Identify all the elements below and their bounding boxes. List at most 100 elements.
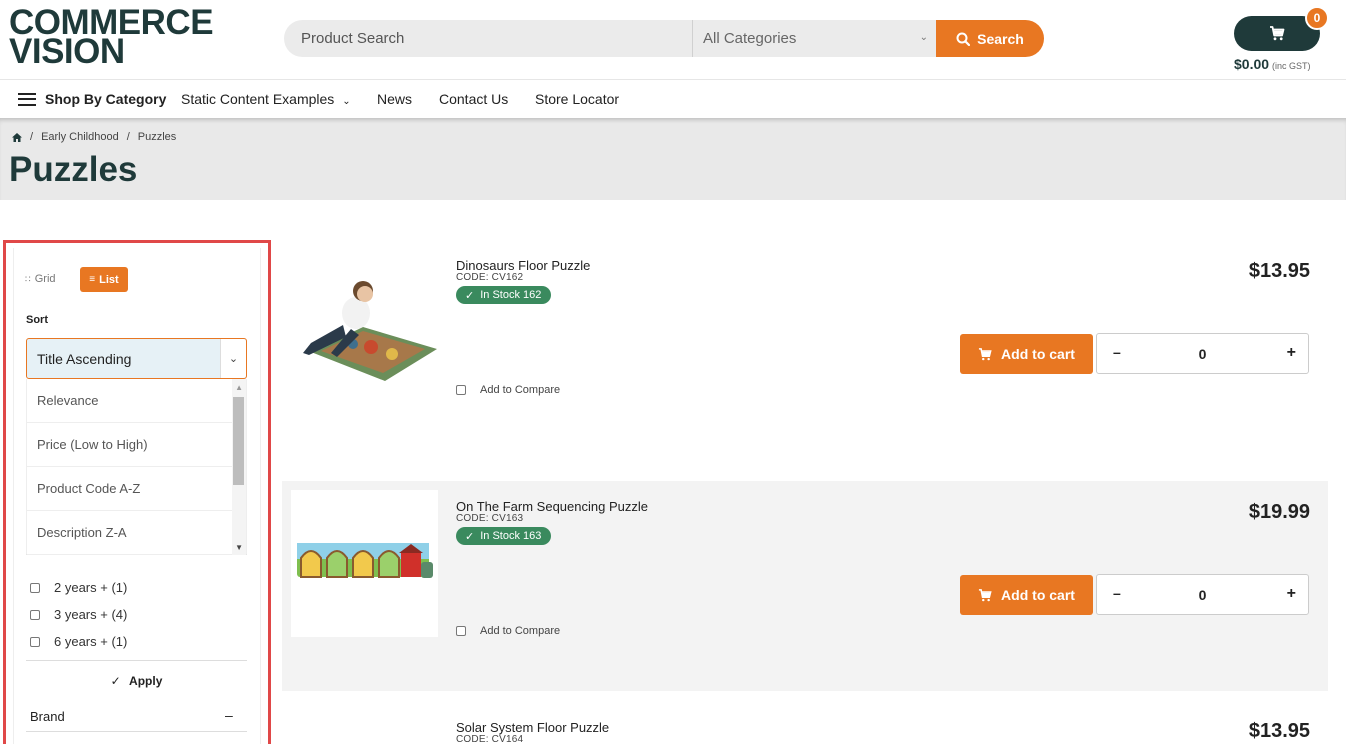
product-code: CODE: CV162 bbox=[456, 272, 524, 283]
product-row: Solar System Floor Puzzle CODE: CV164 $1… bbox=[282, 710, 1328, 744]
page-header-band bbox=[0, 118, 1346, 200]
increase-quantity-button[interactable]: + bbox=[1287, 585, 1296, 603]
farm-puzzle-image bbox=[297, 543, 433, 578]
main-nav: Shop By Category Static Content Examples… bbox=[0, 81, 1346, 118]
sort-option-price-low-high[interactable]: Price (Low to High) bbox=[27, 423, 232, 467]
filter-age-label: 6 years + (1) bbox=[54, 634, 128, 649]
home-icon[interactable] bbox=[12, 132, 22, 142]
nav-item-contact-us[interactable]: Contact Us bbox=[439, 91, 508, 107]
chevron-down-icon: ⌄ bbox=[919, 32, 928, 43]
sort-dropdown-list: Relevance Price (Low to High) Product Co… bbox=[26, 379, 247, 555]
checkbox[interactable] bbox=[456, 385, 466, 395]
cart-tax-note: (inc GST) bbox=[1272, 61, 1311, 71]
breadcrumb-puzzles: Puzzles bbox=[137, 131, 177, 143]
shop-by-category-label: Shop By Category bbox=[45, 91, 167, 107]
add-to-cart-button[interactable]: Add to cart bbox=[960, 575, 1093, 615]
stock-badge: ✓ In Stock 163 bbox=[456, 527, 552, 545]
product-name[interactable]: On The Farm Sequencing Puzzle bbox=[456, 499, 648, 514]
sort-label: Sort bbox=[26, 314, 48, 326]
category-select[interactable]: All Categories ⌄ bbox=[692, 20, 936, 57]
filter-age-label: 3 years + (4) bbox=[54, 607, 128, 622]
search-input[interactable] bbox=[284, 20, 692, 57]
check-icon: ✓ bbox=[465, 289, 475, 302]
search-button-label: Search bbox=[977, 30, 1024, 47]
nav-item-static-content[interactable]: Static Content Examples ⌄ bbox=[181, 91, 351, 107]
view-list-toggle[interactable]: ≡ List bbox=[80, 267, 128, 292]
filter-age-6[interactable]: 6 years + (1) bbox=[30, 634, 127, 649]
page-title: Puzzles bbox=[9, 150, 138, 189]
scrollbar-thumb[interactable] bbox=[233, 397, 244, 485]
add-to-cart-label: Add to cart bbox=[1001, 346, 1075, 362]
cart-total-amount: $0.00 bbox=[1234, 56, 1270, 72]
product-row: Dinosaurs Floor Puzzle CODE: CV162 ✓ In … bbox=[282, 240, 1328, 450]
add-to-compare[interactable]: Add to Compare bbox=[456, 625, 560, 637]
filter-age-2[interactable]: 2 years + (1) bbox=[30, 580, 127, 595]
apply-label: Apply bbox=[129, 674, 163, 688]
grid-icon: ∷ bbox=[25, 273, 31, 284]
check-icon: ✓ bbox=[110, 674, 121, 688]
view-list-label: List bbox=[99, 273, 119, 286]
stock-badge: ✓ In Stock 162 bbox=[456, 286, 552, 304]
sort-option-product-code-az[interactable]: Product Code A-Z bbox=[27, 467, 232, 511]
product-row: On The Farm Sequencing Puzzle CODE: CV16… bbox=[282, 481, 1328, 691]
checkbox[interactable] bbox=[30, 609, 40, 620]
brand-filter-heading[interactable]: Brand bbox=[30, 709, 65, 724]
sort-select[interactable]: Title Ascending ⌄ bbox=[26, 338, 247, 379]
divider bbox=[26, 731, 247, 732]
cart-icon bbox=[978, 347, 992, 360]
check-icon: ✓ bbox=[465, 530, 475, 543]
sort-option-description-za[interactable]: Description Z-A bbox=[27, 511, 232, 555]
filter-age-3[interactable]: 3 years + (4) bbox=[30, 607, 127, 622]
breadcrumb-early-childhood[interactable]: Early Childhood bbox=[41, 131, 119, 143]
chevron-down-icon: ⌄ bbox=[342, 96, 351, 107]
search-icon bbox=[956, 32, 971, 46]
view-grid-toggle[interactable]: ∷ Grid bbox=[25, 273, 56, 285]
checkbox[interactable] bbox=[30, 636, 40, 647]
search-bar: All Categories ⌄ Search bbox=[284, 20, 1044, 57]
quantity-stepper: – 0 + bbox=[1096, 333, 1309, 374]
sort-selected-value: Title Ascending bbox=[37, 351, 132, 367]
add-to-compare[interactable]: Add to Compare bbox=[456, 384, 560, 396]
checkbox[interactable] bbox=[456, 626, 466, 636]
product-image[interactable] bbox=[291, 249, 438, 396]
commerce-vision-logo[interactable]: COMMERCE VISION bbox=[9, 5, 214, 69]
cart-icon bbox=[978, 588, 992, 601]
filter-age-label: 2 years + (1) bbox=[54, 580, 128, 595]
site-header: COMMERCE VISION All Categories ⌄ Search … bbox=[0, 0, 1346, 80]
sort-option-relevance[interactable]: Relevance bbox=[27, 379, 232, 423]
checkbox[interactable] bbox=[30, 582, 40, 593]
product-price: $13.95 bbox=[1248, 260, 1310, 282]
breadcrumb-separator: / bbox=[126, 131, 130, 143]
category-select-value: All Categories bbox=[703, 30, 797, 47]
product-price: $19.99 bbox=[1248, 501, 1310, 523]
increase-quantity-button[interactable]: + bbox=[1287, 344, 1296, 362]
divider bbox=[26, 660, 247, 661]
quantity-input[interactable]: 0 bbox=[1097, 346, 1308, 362]
product-price: $13.95 bbox=[1248, 720, 1310, 742]
cart-icon bbox=[1270, 26, 1285, 41]
cart-count-badge: 0 bbox=[1305, 6, 1329, 30]
scroll-down-arrow-icon[interactable]: ▼ bbox=[235, 543, 243, 552]
collapse-toggle[interactable]: – bbox=[225, 707, 233, 723]
product-code: CODE: CV164 bbox=[456, 734, 524, 744]
product-name[interactable]: Solar System Floor Puzzle bbox=[456, 720, 609, 735]
scroll-up-arrow-icon[interactable]: ▲ bbox=[235, 383, 243, 392]
product-name[interactable]: Dinosaurs Floor Puzzle bbox=[456, 258, 590, 273]
apply-filters-button[interactable]: ✓ Apply bbox=[26, 674, 247, 688]
product-image[interactable] bbox=[291, 490, 438, 637]
add-to-cart-label: Add to cart bbox=[1001, 587, 1075, 603]
search-button[interactable]: Search bbox=[936, 20, 1044, 57]
dinosaur-puzzle-image bbox=[303, 281, 437, 381]
shop-by-category-button[interactable]: Shop By Category bbox=[18, 91, 166, 107]
add-to-compare-label: Add to Compare bbox=[480, 384, 561, 396]
nav-item-label: Static Content Examples bbox=[181, 91, 335, 107]
nav-item-store-locator[interactable]: Store Locator bbox=[535, 91, 619, 107]
filter-sidebar: ∷ Grid ≡ List Sort Title Ascending ⌄ Rel… bbox=[3, 240, 271, 744]
stock-label: In Stock 162 bbox=[480, 289, 542, 301]
add-to-cart-button[interactable]: Add to cart bbox=[960, 334, 1093, 374]
nav-item-news[interactable]: News bbox=[377, 91, 412, 107]
quantity-input[interactable]: 0 bbox=[1097, 587, 1308, 603]
breadcrumb: / Early Childhood / Puzzles bbox=[12, 131, 176, 143]
dropdown-scrollbar[interactable]: ▲ ▼ bbox=[232, 379, 246, 555]
add-to-compare-label: Add to Compare bbox=[480, 625, 561, 637]
